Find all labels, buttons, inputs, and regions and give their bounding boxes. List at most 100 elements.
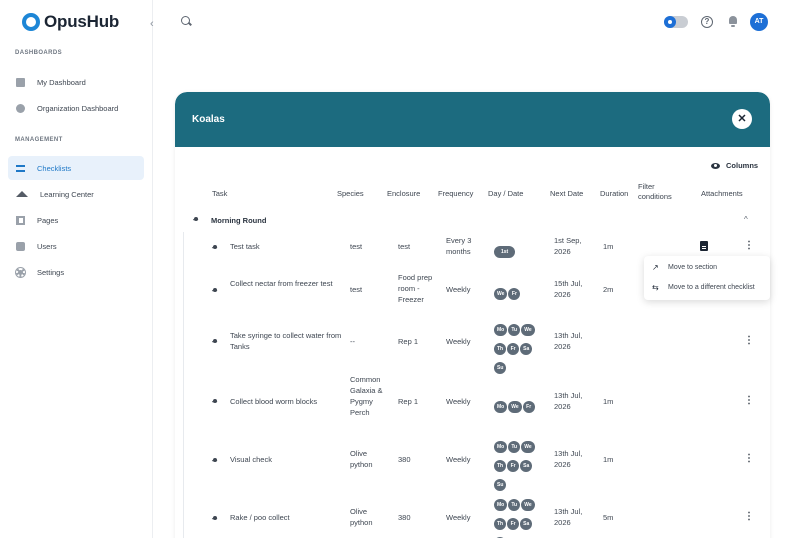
- graduation-cap-icon: [16, 191, 28, 197]
- row-more-menu-icon[interactable]: ⋮: [744, 396, 754, 406]
- logo[interactable]: OpusHub: [22, 12, 119, 32]
- attachment-document-icon[interactable]: [700, 241, 708, 251]
- sidebar-item-users[interactable]: Users: [8, 234, 144, 258]
- help-icon[interactable]: ?: [701, 16, 713, 28]
- day-pill: Fr: [508, 288, 521, 300]
- column-header-filter-conditions[interactable]: Filter conditions: [638, 182, 690, 202]
- row-more-menu-icon[interactable]: ⋮: [744, 336, 754, 346]
- drag-handle-icon[interactable]: [210, 284, 220, 295]
- next-date-cell: 13th Jul, 2026: [554, 507, 583, 527]
- day-pill: Tu: [508, 499, 521, 511]
- frequency-cell: Weekly: [446, 337, 471, 346]
- dashboard-icon: [16, 77, 25, 87]
- sidebar-item-label: My Dashboard: [37, 77, 86, 87]
- row-more-menu-icon[interactable]: ⋮: [744, 241, 754, 251]
- page-icon: [16, 215, 25, 225]
- notification-bell-icon[interactable]: [728, 15, 738, 27]
- sidebar-section-dashboards: DASHBOARDS: [15, 50, 63, 56]
- column-header-frequency[interactable]: Frequency: [438, 189, 473, 199]
- sidebar-item-settings[interactable]: Settings: [8, 260, 144, 284]
- search-icon[interactable]: [181, 16, 190, 25]
- app-root: OpusHub DASHBOARDS My Dashboard Organiza…: [0, 0, 800, 538]
- sidebar-section-management: MANAGEMENT: [15, 137, 63, 143]
- day-pill: Mo: [494, 401, 508, 413]
- day-pill: Sa: [520, 343, 533, 355]
- day-pill: Tu: [508, 441, 521, 453]
- swap-icon: ⇆: [652, 283, 659, 292]
- day-pill: We: [521, 324, 535, 336]
- task-cell: Visual check: [230, 455, 272, 464]
- next-date-cell: 13th Jul, 2026: [554, 449, 583, 469]
- column-header-day-date[interactable]: Day / Date: [488, 189, 523, 199]
- sidebar-item-label: Pages: [37, 215, 59, 225]
- theme-toggle[interactable]: [664, 16, 688, 28]
- day-pills: We Fr: [494, 282, 546, 301]
- avatar[interactable]: AT: [750, 13, 768, 31]
- day-pills: Mo We Fr: [494, 395, 546, 414]
- menu-item-move-to-different-checklist[interactable]: ⇆ Move to a different checklist: [652, 283, 755, 292]
- day-pills: 1st: [494, 240, 546, 259]
- column-header-attachments[interactable]: Attachments: [701, 189, 743, 199]
- day-pill: Mo: [494, 499, 508, 511]
- sidebar-item-my-dashboard[interactable]: My Dashboard: [8, 70, 144, 94]
- checklist-panel: Koalas ✕ Columns Task Species Enclosure …: [175, 92, 770, 538]
- day-pill: Mo: [494, 441, 508, 453]
- day-pill: Sa: [520, 460, 533, 472]
- day-pill: Sa: [520, 518, 533, 530]
- menu-item-move-to-section[interactable]: ↗ Move to section: [652, 263, 717, 272]
- day-pill: Fr: [507, 343, 520, 355]
- frequency-cell: Weekly: [446, 513, 471, 522]
- day-pill: Su: [494, 479, 507, 491]
- section-divider: [183, 232, 184, 538]
- day-pill: Tu: [508, 324, 521, 336]
- species-cell: --: [350, 337, 355, 346]
- duration-cell: 1m: [603, 455, 614, 464]
- day-pill: We: [494, 288, 508, 300]
- menu-item-label: Move to a different checklist: [668, 284, 755, 291]
- collapse-sidebar-chevron-icon[interactable]: ‹: [150, 18, 158, 30]
- next-date-cell: 1st Sep, 2026: [554, 236, 582, 256]
- section-drag-handle-icon[interactable]: [191, 213, 201, 224]
- sidebar-item-label: Settings: [37, 267, 65, 277]
- sidebar-item-checklists[interactable]: Checklists: [8, 156, 144, 180]
- frequency-cell: Weekly: [446, 285, 471, 294]
- collapse-section-chevron-icon[interactable]: ^: [744, 215, 748, 224]
- duration-cell: 5m: [603, 513, 614, 522]
- sidebar-item-label: Learning Center: [40, 189, 94, 199]
- column-header-task[interactable]: Task: [212, 189, 227, 199]
- columns-button[interactable]: Columns: [711, 161, 758, 170]
- task-cell: Rake / poo collect: [230, 513, 290, 522]
- frequency-cell: Weekly: [446, 455, 471, 464]
- day-pill: We: [521, 499, 535, 511]
- column-header-duration[interactable]: Duration: [600, 189, 628, 199]
- row-more-menu-icon[interactable]: ⋮: [744, 512, 754, 522]
- species-cell: test: [350, 242, 363, 251]
- eye-icon: [711, 162, 720, 169]
- day-pill: Th: [494, 518, 507, 530]
- sidebar-item-learning-center[interactable]: Learning Center: [8, 182, 144, 206]
- sidebar-item-label: Users: [37, 241, 57, 251]
- enclosure-cell: Food prep room - Freezer: [398, 273, 433, 304]
- next-date-cell: 13th Jul, 2026: [554, 331, 583, 351]
- sidebar-item-pages[interactable]: Pages: [8, 208, 144, 232]
- day-pill: Fr: [522, 401, 535, 413]
- frequency-cell: Every 3 months: [446, 236, 472, 256]
- drag-handle-icon[interactable]: [210, 395, 220, 406]
- row-more-menu-icon[interactable]: ⋮: [744, 454, 754, 464]
- column-header-next-date[interactable]: Next Date: [550, 189, 583, 199]
- species-cell: Olive python: [350, 507, 373, 527]
- checklist-icon: [16, 164, 25, 172]
- sidebar-item-organization-dashboard[interactable]: Organization Dashboard: [8, 96, 144, 120]
- menu-item-label: Move to section: [668, 264, 718, 271]
- drag-handle-icon[interactable]: [210, 241, 220, 252]
- column-header-enclosure[interactable]: Enclosure: [387, 189, 420, 199]
- drag-handle-icon[interactable]: [210, 335, 220, 346]
- next-date-cell: 15th Jul, 2026: [554, 279, 583, 299]
- duration-cell: 2m: [603, 285, 614, 294]
- columns-label: Columns: [726, 161, 759, 170]
- column-header-species[interactable]: Species: [337, 189, 364, 199]
- drag-handle-icon[interactable]: [210, 454, 220, 465]
- drag-handle-icon[interactable]: [210, 512, 220, 523]
- close-button[interactable]: ✕: [732, 109, 752, 129]
- day-pills: MoTuWeThFrSaSu: [494, 493, 546, 538]
